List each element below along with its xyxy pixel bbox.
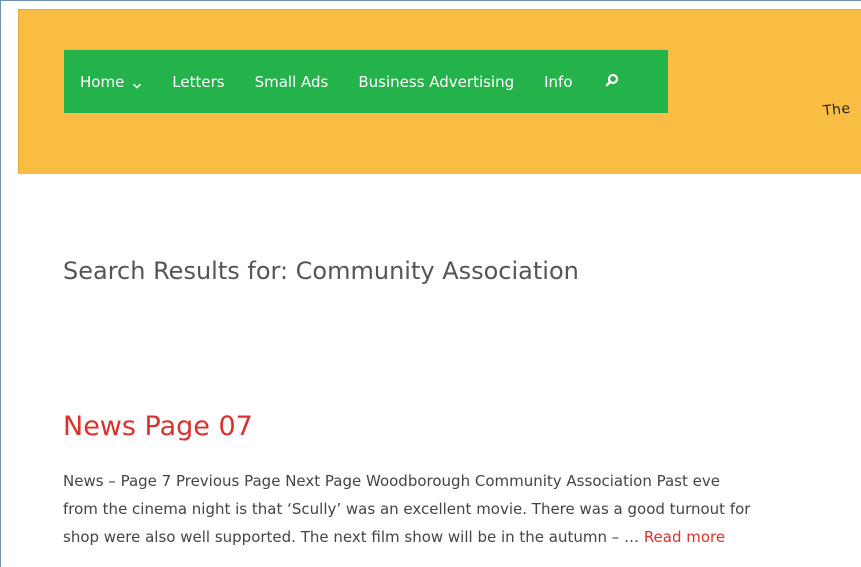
nav-item-small-ads[interactable]: Small Ads [255,73,329,91]
nav-item-info[interactable]: Info [544,73,572,91]
excerpt-line-last: shop were also well supported. The next … [63,523,861,551]
nav-item-label: Info [544,72,573,91]
excerpt-text: shop were also well supported. The next … [63,528,644,546]
chevron-down-icon [132,77,142,89]
main-navigation: Home Letters Small Ads Business Advertis… [64,50,668,113]
result-title-link[interactable]: News Page 07 [63,411,253,442]
nav-item-label: Small Ads [254,72,329,91]
search-icon [605,72,619,91]
page-frame: Home Letters Small Ads Business Advertis… [0,0,861,567]
nav-item-label: Letters [172,72,225,91]
result-excerpt: News – Page 7 Previous Page Next Page Wo… [63,467,861,551]
nav-item-label: Home [80,72,125,91]
site-header: Home Letters Small Ads Business Advertis… [18,9,861,174]
excerpt-line: News – Page 7 Previous Page Next Page Wo… [63,472,720,490]
nav-item-home[interactable]: Home [80,73,142,91]
nav-item-label: Business Advertising [358,72,515,91]
nav-item-letters[interactable]: Letters [172,73,224,91]
site-tagline: The [822,100,852,120]
nav-item-business-advertising[interactable]: Business Advertising [358,73,514,91]
search-button[interactable] [605,72,619,91]
page-title: Search Results for: Community Associatio… [63,257,579,286]
excerpt-line: from the cinema night is that ‘Scully’ w… [63,500,751,518]
read-more-link[interactable]: Read more [644,528,725,546]
